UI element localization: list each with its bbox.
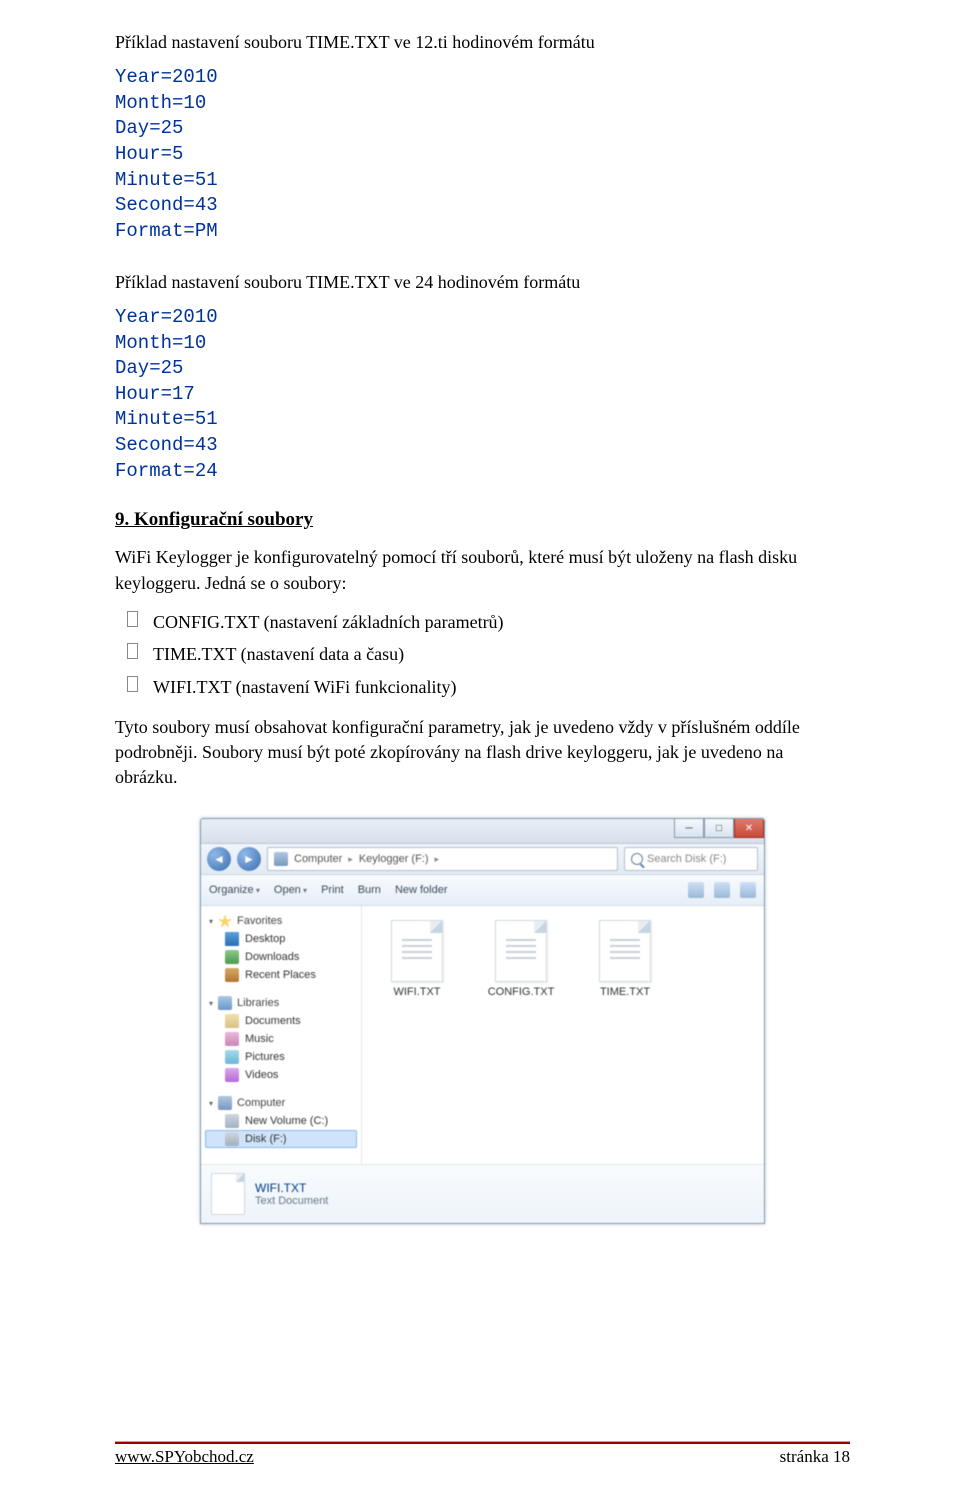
pictures-icon	[225, 1050, 239, 1064]
paragraph-detail: Tyto soubory musí obsahovat konfigurační…	[115, 715, 850, 791]
desktop-icon	[225, 932, 239, 946]
sidebar-item-music[interactable]: Music	[205, 1030, 357, 1048]
text-file-icon	[495, 920, 547, 982]
crumb-computer[interactable]: Computer	[294, 853, 342, 865]
sidebar-libraries[interactable]: Libraries	[237, 997, 279, 1009]
text-file-icon	[599, 920, 651, 982]
minimize-button[interactable]: ─	[674, 819, 704, 838]
file-list: WIFI.TXT CONFIG.TXT TIME.TXT	[362, 906, 764, 1164]
text-file-icon	[211, 1173, 245, 1215]
heading-example-24h: Příklad nastavení souboru TIME.TXT ve 24…	[115, 270, 850, 295]
details-pane: WIFI.TXT Text Document	[201, 1164, 764, 1223]
close-button[interactable]: ✕	[734, 819, 764, 838]
computer-icon	[274, 852, 288, 866]
paragraph-intro: WiFi Keylogger je konfigurovatelný pomoc…	[115, 545, 850, 595]
sidebar-item-label: Videos	[245, 1069, 278, 1081]
window-titlebar: ─ □ ✕	[201, 819, 764, 844]
search-placeholder: Search Disk (F:)	[647, 853, 726, 865]
chevron-right-icon: ▸	[348, 854, 353, 865]
list-item: CONFIG.TXT (nastavení základních paramet…	[153, 606, 850, 638]
drive-icon	[225, 1114, 239, 1128]
print-button[interactable]: Print	[321, 884, 344, 896]
sidebar-item-pictures[interactable]: Pictures	[205, 1048, 357, 1066]
file-name: CONFIG.TXT	[478, 986, 564, 998]
burn-button[interactable]: Burn	[358, 884, 381, 896]
newfolder-button[interactable]: New folder	[395, 884, 448, 896]
open-button[interactable]: Open	[274, 884, 307, 896]
section-number: 9.	[115, 509, 134, 530]
file-item[interactable]: TIME.TXT	[582, 920, 668, 998]
sidebar-item-videos[interactable]: Videos	[205, 1066, 357, 1084]
explorer-screenshot: ─ □ ✕ ◄ ► Computer ▸ Keylogger (F:) ▸ Se…	[200, 818, 850, 1224]
toolbar: Organize Open Print Burn New folder	[201, 875, 764, 906]
navigation-bar: ◄ ► Computer ▸ Keylogger (F:) ▸ Search D…	[201, 844, 764, 875]
sidebar-item-label: New Volume (C:)	[245, 1115, 328, 1127]
code-block-12h: Year=2010 Month=10 Day=25 Hour=5 Minute=…	[115, 65, 850, 244]
view-icon[interactable]	[688, 882, 704, 898]
maximize-button[interactable]: □	[704, 819, 734, 838]
file-name: TIME.TXT	[582, 986, 668, 998]
search-icon	[631, 853, 643, 865]
computer-icon	[218, 1096, 232, 1110]
forward-button[interactable]: ►	[237, 847, 261, 871]
section-heading: 9. Konfigurační soubory	[115, 509, 850, 531]
documents-icon	[225, 1014, 239, 1028]
sidebar: ▾Favorites Desktop Downloads Recent Plac…	[201, 906, 362, 1164]
favorites-icon	[218, 914, 232, 928]
sidebar-item-label: Downloads	[245, 951, 299, 963]
bullet-list: CONFIG.TXT (nastavení základních paramet…	[115, 606, 850, 703]
help-icon[interactable]	[740, 882, 756, 898]
libraries-icon	[218, 996, 232, 1010]
sidebar-computer[interactable]: Computer	[237, 1097, 285, 1109]
videos-icon	[225, 1068, 239, 1082]
heading-example-12h: Příklad nastavení souboru TIME.TXT ve 12…	[115, 30, 850, 55]
footer-link[interactable]: www.SPYobchod.cz	[115, 1447, 254, 1467]
breadcrumb[interactable]: Computer ▸ Keylogger (F:) ▸	[267, 847, 618, 871]
crumb-drive[interactable]: Keylogger (F:)	[359, 853, 429, 865]
music-icon	[225, 1032, 239, 1046]
search-input[interactable]: Search Disk (F:)	[624, 847, 758, 871]
organize-button[interactable]: Organize	[209, 884, 260, 896]
preview-icon[interactable]	[714, 882, 730, 898]
list-item: TIME.TXT (nastavení data a času)	[153, 638, 850, 670]
sidebar-item-documents[interactable]: Documents	[205, 1012, 357, 1030]
file-name: WIFI.TXT	[374, 986, 460, 998]
file-item[interactable]: CONFIG.TXT	[478, 920, 564, 998]
sidebar-item-disk-f[interactable]: Disk (F:)	[205, 1130, 357, 1148]
details-filetype: Text Document	[255, 1195, 328, 1207]
sidebar-item-downloads[interactable]: Downloads	[205, 948, 357, 966]
details-filename: WIFI.TXT	[255, 1181, 328, 1195]
page-footer: www.SPYobchod.cz stránka 18	[115, 1441, 850, 1467]
sidebar-item-label: Documents	[245, 1015, 301, 1027]
sidebar-item-label: Desktop	[245, 933, 285, 945]
sidebar-favorites[interactable]: Favorites	[237, 915, 282, 927]
sidebar-item-label: Disk (F:)	[245, 1133, 287, 1145]
chevron-right-icon: ▸	[435, 854, 440, 865]
sidebar-item-desktop[interactable]: Desktop	[205, 930, 357, 948]
sidebar-item-label: Music	[245, 1033, 274, 1045]
back-button[interactable]: ◄	[207, 847, 231, 871]
section-title: Konfigurační soubory	[134, 509, 313, 530]
list-item: WIFI.TXT (nastavení WiFi funkcionality)	[153, 671, 850, 703]
sidebar-item-label: Recent Places	[245, 969, 316, 981]
file-item[interactable]: WIFI.TXT	[374, 920, 460, 998]
drive-icon	[225, 1132, 239, 1146]
sidebar-item-label: Pictures	[245, 1051, 285, 1063]
downloads-icon	[225, 950, 239, 964]
code-block-24h: Year=2010 Month=10 Day=25 Hour=17 Minute…	[115, 305, 850, 484]
text-file-icon	[391, 920, 443, 982]
recent-icon	[225, 968, 239, 982]
sidebar-item-volume-c[interactable]: New Volume (C:)	[205, 1112, 357, 1130]
page-number: stránka 18	[780, 1447, 850, 1467]
sidebar-item-recent[interactable]: Recent Places	[205, 966, 357, 984]
